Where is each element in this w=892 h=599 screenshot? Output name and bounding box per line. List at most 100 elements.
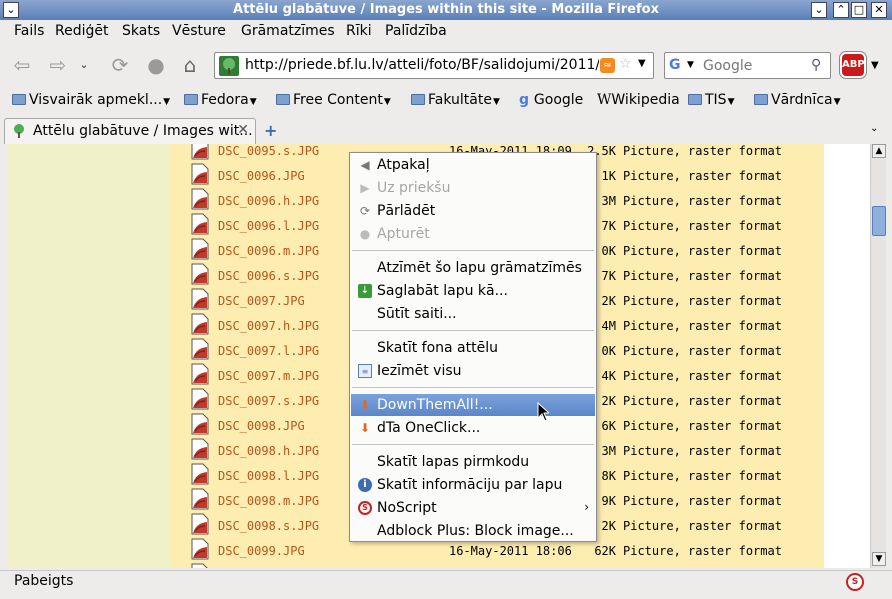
back-button[interactable]: ⇦ xyxy=(8,52,36,78)
menu-item-view-background[interactable]: Skatīt fona attēlu xyxy=(351,337,595,359)
file-link[interactable]: DSC_0096.l.JPG xyxy=(218,219,319,233)
noscript-status-icon[interactable]: S xyxy=(846,573,864,591)
file-link[interactable]: DSC_0098.l.JPG xyxy=(218,469,319,483)
scroll-up-arrow-icon[interactable]: ▲ xyxy=(872,144,886,158)
search-input[interactable] xyxy=(703,56,805,76)
menu-item-bookmark-page[interactable]: Atzīmēt šo lapu grāmatzīmēs xyxy=(351,257,595,279)
image-file-icon[interactable] xyxy=(191,363,209,385)
image-file-icon[interactable] xyxy=(191,188,209,210)
url-text[interactable]: http://priede.bf.lu.lv/atteli/foto/BF/sa… xyxy=(245,57,599,73)
image-file-icon[interactable] xyxy=(191,513,209,535)
reload-button[interactable]: ⟳ xyxy=(106,52,134,78)
scroll-down-arrow-icon[interactable]: ▼ xyxy=(872,552,886,566)
maximize-button[interactable]: ⌃ xyxy=(833,2,849,18)
image-file-icon[interactable] xyxy=(191,238,209,260)
menu-item-back[interactable]: ◀ Atpakaļ xyxy=(351,154,595,176)
image-file-icon[interactable] xyxy=(191,413,209,435)
menu-item-forward[interactable]: ▶ Uz priekšu xyxy=(351,177,595,199)
bookmark-free-content[interactable]: Free Content▼ xyxy=(276,92,391,108)
menu-item-dta-oneclick[interactable]: ⬇ dTa OneClick... xyxy=(351,417,595,439)
file-link[interactable]: DSC_0097.s.JPG xyxy=(218,394,319,408)
menu-item-reload[interactable]: ⟳ Pārlādēt xyxy=(351,200,595,222)
image-file-icon[interactable] xyxy=(191,144,209,160)
menu-item-noscript[interactable]: S NoScript › xyxy=(351,497,595,519)
menu-edit[interactable]: Rediģēt xyxy=(55,23,108,39)
menu-tools[interactable]: Rīki xyxy=(346,23,372,39)
image-file-icon[interactable] xyxy=(191,563,209,568)
menu-item-save-page[interactable]: ↓ Saglabāt lapu kā... xyxy=(351,280,595,302)
tab-current[interactable]: Attēlu glabātuve / Images wit... ✕ xyxy=(4,118,256,144)
file-link[interactable]: DSC_0098.m.JPG xyxy=(218,494,319,508)
bookmark-star-icon[interactable]: ☆ xyxy=(619,56,632,72)
image-file-icon[interactable] xyxy=(191,263,209,285)
bookmark-vardnica[interactable]: Vārdnīca▼ xyxy=(754,92,841,108)
image-file-icon[interactable] xyxy=(191,538,209,560)
menu-separator xyxy=(352,387,594,388)
image-file-icon[interactable] xyxy=(191,213,209,235)
file-link[interactable]: DSC_0096.s.JPG xyxy=(218,269,319,283)
url-bar[interactable]: http://priede.bf.lu.lv/atteli/foto/BF/sa… xyxy=(214,52,654,79)
vertical-scrollbar[interactable]: ▲ ▼ xyxy=(870,144,886,568)
history-dropdown-icon[interactable]: ⌄ xyxy=(76,52,92,78)
tab-list-dropdown-icon[interactable]: ⌄ xyxy=(870,123,878,134)
image-file-icon[interactable] xyxy=(191,288,209,310)
menu-item-view-source[interactable]: Skatīt lapas pirmkodu xyxy=(351,451,595,473)
bookmark-fedora[interactable]: Fedora▼ xyxy=(184,92,257,108)
image-file-icon[interactable] xyxy=(191,163,209,185)
file-link[interactable]: DSC_0098.h.JPG xyxy=(218,444,319,458)
bookmark-wikipedia[interactable]: WWikipedia xyxy=(597,92,680,108)
home-button[interactable]: ⌂ xyxy=(176,52,204,78)
file-link[interactable]: DSC_0096.JPG xyxy=(218,169,305,183)
close-tab-icon[interactable]: ✕ xyxy=(237,122,249,138)
menu-help[interactable]: Palīdzība xyxy=(385,23,447,39)
file-link[interactable]: DSC_0098.JPG xyxy=(218,419,305,433)
stop-button[interactable]: ● xyxy=(142,52,170,78)
image-file-icon[interactable] xyxy=(191,463,209,485)
minimize-button[interactable]: ⌄ xyxy=(811,2,827,18)
file-type: Picture, raster format xyxy=(623,519,782,533)
file-link[interactable]: DSC_0095.s.JPG xyxy=(218,144,319,158)
file-link[interactable]: DSC_0097.JPG xyxy=(218,294,305,308)
menu-file[interactable]: Fails xyxy=(14,23,44,39)
menu-item-send-link[interactable]: Sūtīt saiti... xyxy=(351,303,595,325)
file-link[interactable]: DSC_0099.JPG xyxy=(218,544,305,558)
menu-item-stop[interactable]: ● Apturēt xyxy=(351,223,595,245)
search-icon[interactable]: ⚲ xyxy=(811,57,821,73)
image-file-icon[interactable] xyxy=(191,338,209,360)
google-engine-icon[interactable]: G xyxy=(669,57,681,73)
menu-item-page-info[interactable]: i Skatīt informāciju par lapu xyxy=(351,474,595,496)
file-type: Picture, raster format xyxy=(623,344,782,358)
adblock-plus-icon[interactable]: ABP xyxy=(839,51,867,79)
menu-item-downthemall[interactable]: ⬇ DownThemAll!... xyxy=(351,394,595,416)
image-file-icon[interactable] xyxy=(191,313,209,335)
menu-history[interactable]: Vēsture xyxy=(172,23,226,39)
file-link[interactable]: DSC_0098.s.JPG xyxy=(218,519,319,533)
file-link[interactable]: DSC_0097.m.JPG xyxy=(218,369,319,383)
scrollbar-thumb[interactable] xyxy=(872,206,886,236)
menu-view[interactable]: Skats xyxy=(122,23,160,39)
file-link[interactable]: DSC_0097.h.JPG xyxy=(218,319,319,333)
close-window-button[interactable]: ✕ xyxy=(871,2,887,18)
reload-icon: ⟳ xyxy=(359,204,371,218)
menu-item-adblock[interactable]: Adblock Plus: Block image... xyxy=(351,520,595,542)
url-dropdown-icon[interactable]: ▼ xyxy=(638,58,646,69)
engine-dropdown-icon[interactable]: ▼ xyxy=(687,60,694,70)
adblock-dropdown-icon[interactable]: ▼ xyxy=(871,60,879,71)
menu-bookmarks[interactable]: Grāmatzīmes xyxy=(241,23,335,39)
bookmark-most-visited[interactable]: Visvairāk apmekl...▼ xyxy=(12,92,170,108)
bookmark-fakultate[interactable]: Fakultāte▼ xyxy=(411,92,500,108)
file-link[interactable]: DSC_0096.m.JPG xyxy=(218,244,319,258)
image-file-icon[interactable] xyxy=(191,488,209,510)
image-file-icon[interactable] xyxy=(191,388,209,410)
image-file-icon[interactable] xyxy=(191,438,209,460)
file-link[interactable]: DSC_0096.h.JPG xyxy=(218,194,319,208)
bookmark-google[interactable]: g Google xyxy=(519,92,583,108)
rss-feed-icon[interactable]: ≈ xyxy=(600,58,615,73)
forward-button[interactable]: ⇨ xyxy=(44,52,72,78)
restore-button[interactable]: □ xyxy=(851,2,867,18)
new-tab-button[interactable]: + xyxy=(264,121,277,140)
menu-item-select-all[interactable]: ≡ Iezīmēt visu xyxy=(351,360,595,382)
search-bar[interactable]: G ▼ ⚲ xyxy=(664,52,831,79)
file-link[interactable]: DSC_0097.l.JPG xyxy=(218,344,319,358)
bookmark-tis[interactable]: TIS▼ xyxy=(688,92,735,108)
